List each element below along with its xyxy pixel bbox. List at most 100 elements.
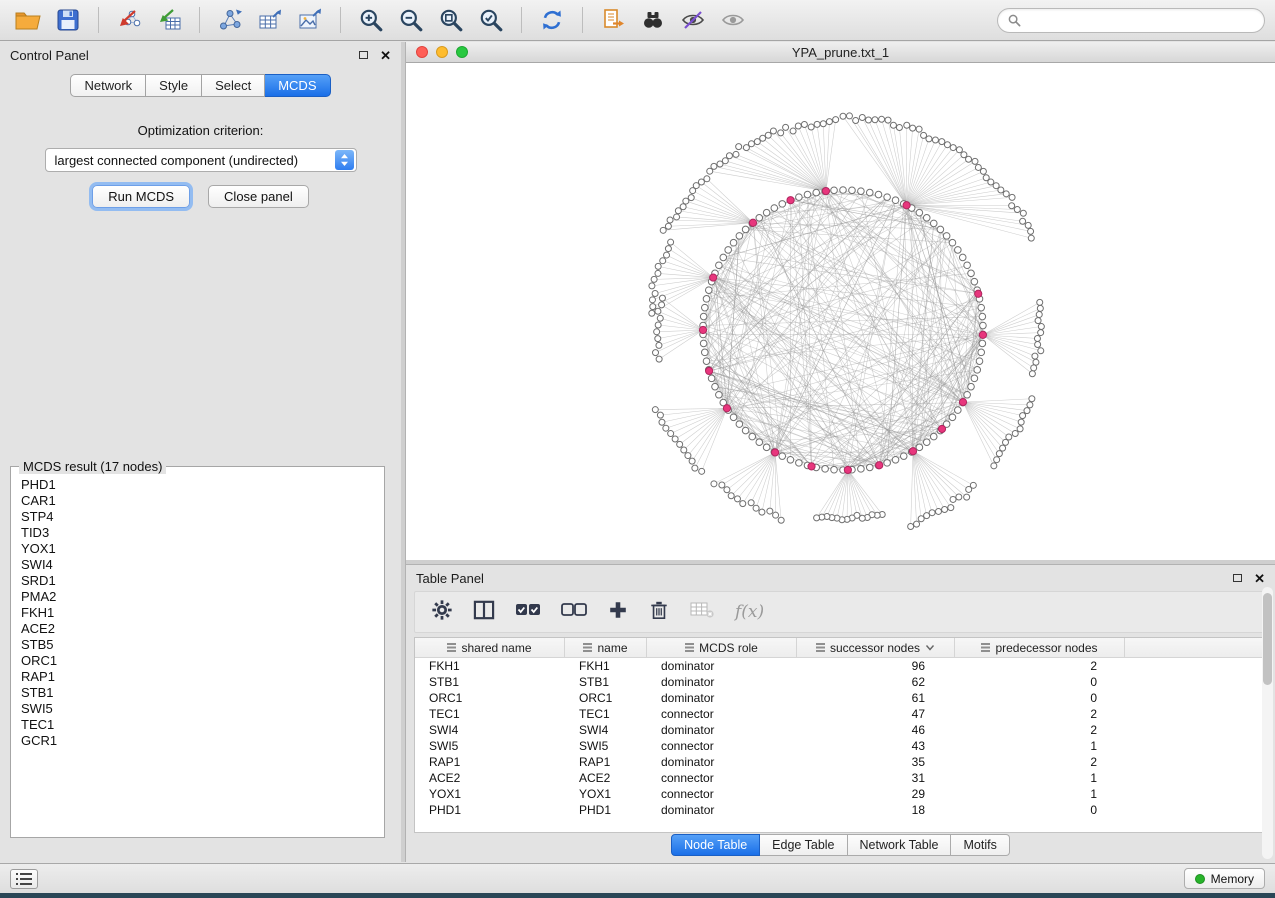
close-window-icon[interactable]	[416, 46, 428, 58]
table-row[interactable]: PHD1PHD1dominator180	[415, 802, 1266, 818]
mcds-result-item[interactable]: STB1	[21, 685, 380, 701]
mcds-result-item[interactable]: TID3	[21, 525, 380, 541]
hide-graphics-details-button[interactable]	[675, 4, 711, 36]
run-mcds-button[interactable]: Run MCDS	[92, 185, 190, 208]
network-canvas[interactable]	[406, 63, 1275, 560]
table-cell[interactable]: STB1	[565, 674, 647, 690]
column-header-name[interactable]: name	[565, 638, 647, 657]
table-cell[interactable]: 2	[955, 754, 1125, 770]
table-cell[interactable]: STB1	[415, 674, 565, 690]
table-cell[interactable]: 31	[797, 770, 955, 786]
tab-network-table[interactable]: Network Table	[848, 834, 952, 856]
show-columns-button[interactable]	[473, 600, 495, 625]
open-file-button[interactable]	[10, 4, 46, 36]
tab-network[interactable]: Network	[70, 74, 146, 97]
table-cell[interactable]: 43	[797, 738, 955, 754]
toolbar-search[interactable]	[997, 8, 1265, 33]
search-input[interactable]	[1027, 13, 1254, 27]
table-row[interactable]: ACE2ACE2connector311	[415, 770, 1266, 786]
table-cell[interactable]: 18	[797, 802, 955, 818]
tab-mcds[interactable]: MCDS	[265, 74, 330, 97]
zoom-out-button[interactable]	[393, 4, 429, 36]
share-document-button[interactable]	[595, 4, 631, 36]
tab-style[interactable]: Style	[146, 74, 202, 97]
table-scrollbar[interactable]	[1262, 587, 1273, 859]
mcds-result-item[interactable]: PHD1	[21, 477, 380, 493]
zoom-fit-button[interactable]	[433, 4, 469, 36]
column-header-predecessor-nodes[interactable]: predecessor nodes	[955, 638, 1125, 657]
table-cell[interactable]: RAP1	[415, 754, 565, 770]
table-cell[interactable]: dominator	[647, 802, 797, 818]
mcds-result-item[interactable]: ACE2	[21, 621, 380, 637]
mcds-result-item[interactable]: YOX1	[21, 541, 380, 557]
maximize-window-icon[interactable]	[456, 46, 468, 58]
mcds-result-item[interactable]: SWI5	[21, 701, 380, 717]
new-network-button[interactable]	[212, 4, 248, 36]
table-cell[interactable]: 2	[955, 658, 1125, 674]
add-column-button[interactable]	[607, 599, 629, 626]
mcds-result-item[interactable]: PMA2	[21, 589, 380, 605]
criterion-dropdown[interactable]: largest connected component (undirected)	[45, 148, 357, 172]
import-table-from-file-button[interactable]	[151, 4, 187, 36]
table-row[interactable]: STB1STB1dominator620	[415, 674, 1266, 690]
close-panel-button[interactable]: Close panel	[208, 185, 309, 208]
table-cell[interactable]: 47	[797, 706, 955, 722]
select-all-button[interactable]	[515, 600, 541, 625]
network-titlebar[interactable]: YPA_prune.txt_1	[406, 42, 1275, 63]
table-row[interactable]: TEC1TEC1connector472	[415, 706, 1266, 722]
table-row[interactable]: YOX1YOX1connector291	[415, 786, 1266, 802]
table-cell[interactable]: SWI4	[565, 722, 647, 738]
table-cell[interactable]: 0	[955, 674, 1125, 690]
table-cell[interactable]: dominator	[647, 754, 797, 770]
table-cell[interactable]: ACE2	[565, 770, 647, 786]
table-cell[interactable]: dominator	[647, 690, 797, 706]
table-cell[interactable]: FKH1	[415, 658, 565, 674]
table-cell[interactable]: 1	[955, 770, 1125, 786]
search-network-button[interactable]	[635, 4, 671, 36]
table-cell[interactable]: 61	[797, 690, 955, 706]
table-cell[interactable]: dominator	[647, 722, 797, 738]
tab-edge-table[interactable]: Edge Table	[760, 834, 847, 856]
table-cell[interactable]: TEC1	[415, 706, 565, 722]
table-cell[interactable]: TEC1	[565, 706, 647, 722]
mcds-result-item[interactable]: CAR1	[21, 493, 380, 509]
import-network-from-file-button[interactable]	[111, 4, 147, 36]
column-header-shared-name[interactable]: shared name	[415, 638, 565, 657]
mcds-result-item[interactable]: GCR1	[21, 733, 380, 749]
export-image-button[interactable]	[292, 4, 328, 36]
table-cell[interactable]: dominator	[647, 674, 797, 690]
table-cell[interactable]: RAP1	[565, 754, 647, 770]
mcds-result-item[interactable]: STB5	[21, 637, 380, 653]
table-row[interactable]: RAP1RAP1dominator352	[415, 754, 1266, 770]
table-cell[interactable]: YOX1	[565, 786, 647, 802]
table-cell[interactable]: ORC1	[415, 690, 565, 706]
function-builder-button[interactable]: f(x)	[735, 602, 764, 622]
column-header-successor-nodes[interactable]: successor nodes	[797, 638, 955, 657]
table-cell[interactable]: 29	[797, 786, 955, 802]
deselect-all-button[interactable]	[561, 600, 587, 625]
mcds-result-item[interactable]: STP4	[21, 509, 380, 525]
table-cell[interactable]: connector	[647, 770, 797, 786]
mcds-result-item[interactable]: ORC1	[21, 653, 380, 669]
table-cell[interactable]: PHD1	[565, 802, 647, 818]
mcds-result-item[interactable]: RAP1	[21, 669, 380, 685]
table-cell[interactable]: 62	[797, 674, 955, 690]
mcds-result-list[interactable]: PHD1CAR1STP4TID3YOX1SWI4SRD1PMA2FKH1ACE2…	[21, 477, 380, 833]
table-cell[interactable]: connector	[647, 786, 797, 802]
memory-button[interactable]: Memory	[1184, 868, 1265, 889]
table-cell[interactable]: connector	[647, 706, 797, 722]
table-cell[interactable]: 1	[955, 786, 1125, 802]
table-cell[interactable]: 1	[955, 738, 1125, 754]
mcds-result-item[interactable]: SRD1	[21, 573, 380, 589]
table-cell[interactable]: 0	[955, 690, 1125, 706]
table-cell[interactable]: YOX1	[415, 786, 565, 802]
delete-column-button[interactable]	[649, 599, 669, 626]
table-cell[interactable]: 0	[955, 802, 1125, 818]
tab-node-table[interactable]: Node Table	[671, 834, 760, 856]
mcds-result-item[interactable]: SWI4	[21, 557, 380, 573]
mcds-result-item[interactable]: FKH1	[21, 605, 380, 621]
table-cell[interactable]: SWI4	[415, 722, 565, 738]
table-cell[interactable]: 46	[797, 722, 955, 738]
table-settings-button[interactable]	[431, 599, 453, 626]
table-row[interactable]: SWI4SWI4dominator462	[415, 722, 1266, 738]
